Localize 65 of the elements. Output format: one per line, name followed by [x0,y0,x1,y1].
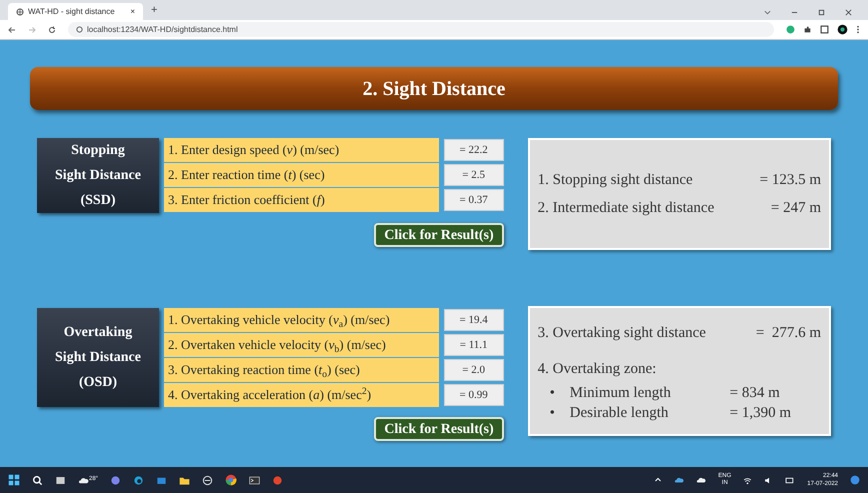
chrome-icon[interactable] [225,474,238,486]
section-heading: Sight Distance [55,349,141,367]
input-label: 2. Enter reaction time (t) (sec) [164,163,439,187]
value-field[interactable]: = 19.4 [444,309,504,331]
wifi-icon[interactable] [743,476,752,484]
section-heading: (OSD) [78,374,118,392]
value-field[interactable]: = 0.37 [444,189,504,211]
caret-up-icon[interactable] [654,476,662,484]
search-icon[interactable] [32,474,43,486]
result-button[interactable]: Click for Result(s) [374,417,504,441]
back-arrow-icon[interactable] [8,26,16,34]
result-label: Minimum length [570,384,672,403]
section-heading: Overtaking [64,324,132,342]
avatar-icon[interactable] [837,24,848,35]
value-field[interactable]: = 22.2 [444,139,504,161]
new-tab-button[interactable]: + [151,2,158,18]
reload-icon[interactable] [48,26,56,34]
restore-icon[interactable] [818,9,825,16]
value-field[interactable]: = 2.0 [444,359,504,381]
result-label: 4. Overtaking zone: [538,361,656,377]
cloud-icon[interactable] [674,475,684,485]
input-label: 1. Enter design speed (v) (m/sec) [164,138,439,162]
chevron-down-icon[interactable] [764,9,771,16]
browser-tab[interactable]: WAT-HD - sight distance × [8,3,143,20]
section-heading: Stopping [71,142,125,160]
value-field[interactable]: = 2.5 [444,164,504,186]
notification-icon[interactable] [850,475,860,485]
address-bar[interactable]: localhost:1234/WAT-HD/sightdistance.html [68,22,774,37]
cloud-icon[interactable] [696,475,706,485]
result-value: = 1,390 m [730,404,792,423]
input-label: 4. Overtaking acceleration (a) (m/sec$^{2}$) [164,383,439,407]
input-label: 3. Overtaking reaction time (t$_{o}$) (sec) [164,358,439,382]
result-label: Desirable length [570,404,670,423]
bullet-mark: • [548,384,556,403]
section-heading: (SSD) [80,192,116,210]
result-label: 3. Overtaking sight distance [538,324,706,343]
app-circle-icon[interactable] [272,474,284,486]
section-heading: Sight Distance [55,167,141,185]
terminal-icon[interactable] [249,474,260,486]
result-value: = 247 m [770,199,821,218]
result-value: = 123.5 m [760,171,821,190]
input-label: 2. Overtaken vehicle velocity (v$_{b}$) (m/sec) [164,333,439,357]
result-label: 2. Intermediate sight distance [538,199,714,218]
value-field[interactable]: = 11.1 [444,334,504,356]
page-title: 2. Sight Distance [362,76,506,102]
minimize-icon[interactable] [791,9,798,16]
input-label: 1. Overtaking vehicle velocity (v$_{a}$) (m/sec) [164,308,439,332]
circle-minus-icon[interactable] [202,474,214,486]
tab-close[interactable]: × [130,6,135,18]
extension-circle-icon[interactable] [786,25,795,34]
edge-browser-icon[interactable] [133,474,144,486]
battery-icon[interactable] [785,476,796,484]
result-button[interactable]: Click for Result(s) [374,223,504,247]
windows-start-icon[interactable] [8,474,20,486]
tab-title: WAT-HD - sight distance [28,6,116,18]
input-label: 3. Enter friction coefficient (f) [164,188,439,212]
more-icon[interactable] [856,25,860,34]
bullet-mark: • [548,404,556,423]
result-value: = 277.6 m [756,324,821,343]
close-icon[interactable] [845,9,852,16]
result-value: = 834 m [730,384,780,403]
value-field[interactable]: = 0.99 [444,384,504,406]
result-label: 1. Stopping sight distance [538,171,693,190]
chat-icon[interactable] [110,474,122,486]
task-view-icon[interactable] [55,474,66,486]
